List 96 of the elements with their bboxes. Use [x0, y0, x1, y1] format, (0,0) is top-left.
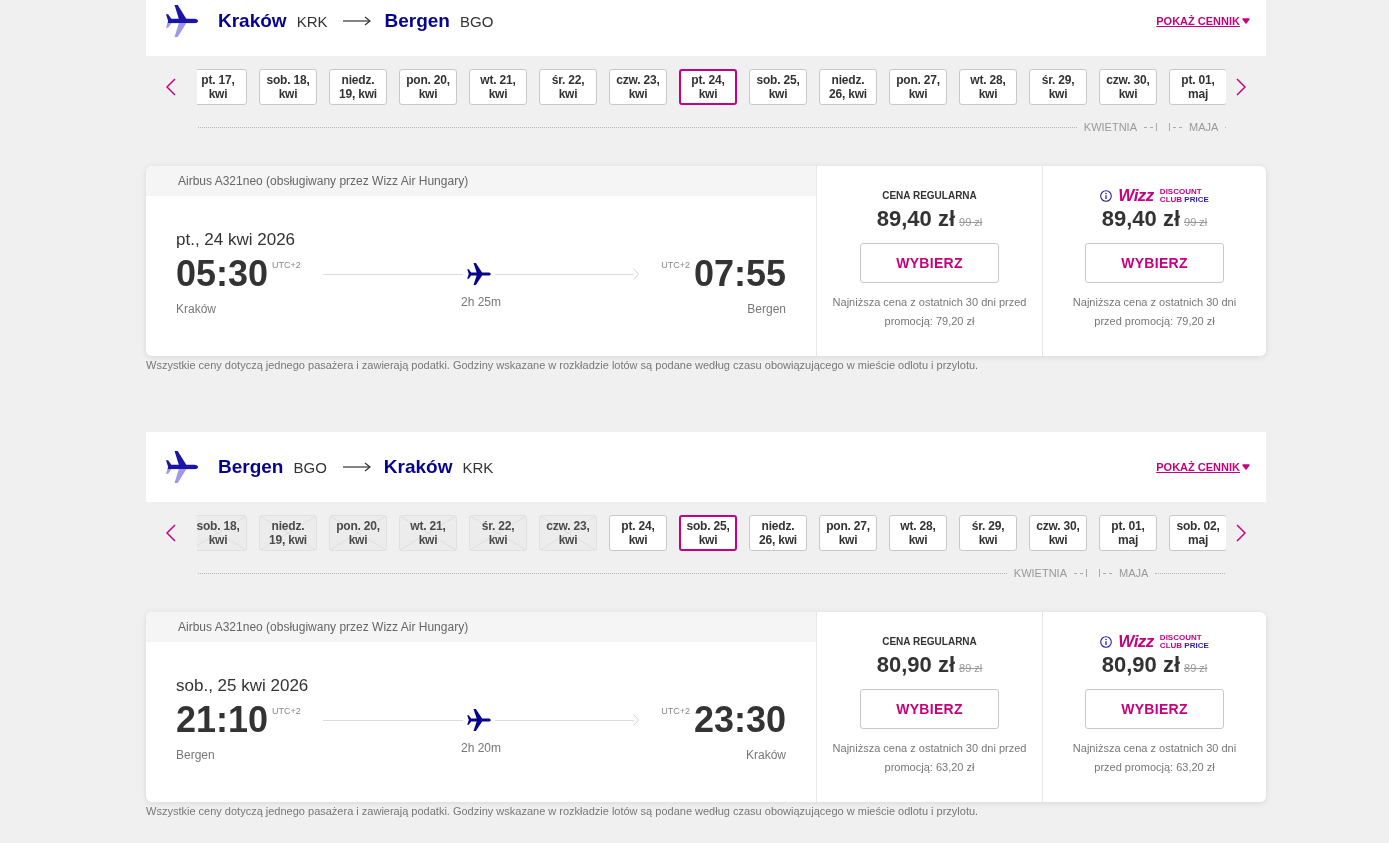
aircraft-label: Airbus A321neo (obsługiwany przez Wizz Air Hungary) [146, 612, 816, 642]
airplane-icon [166, 451, 198, 483]
select-button[interactable]: WYBIERZ [860, 243, 999, 283]
select-button[interactable]: WYBIERZ [1085, 243, 1224, 283]
origin-city: Kraków [218, 10, 287, 32]
date-button[interactable]: pon. 27, kwi [889, 69, 947, 105]
logo-wordmark: Wizz [1118, 634, 1154, 650]
departure-time: 21:10 [176, 700, 269, 740]
date-button[interactable]: pt. 24, kwi [609, 515, 667, 551]
fare-price: 89,40 zł [1101, 206, 1180, 232]
destination-city: Kraków [383, 456, 453, 478]
caret-icon [1242, 18, 1250, 24]
origin-code: KRK [296, 12, 328, 30]
price-list-link[interactable]: POKAŻ CENNIK [1156, 15, 1250, 27]
info-icon[interactable] [1100, 636, 1113, 648]
old-price: 99 zł [1184, 216, 1208, 228]
date-button[interactable]: niedz. 26, kwi [749, 515, 807, 551]
logo-wordmark: Wizz [1118, 188, 1154, 204]
fare-price: 80,90 zł [876, 652, 955, 678]
arrow-icon [343, 16, 372, 26]
price-disclaimer: Wszystkie ceny dotyczą jednego pasażera i zawierają podatki. Godziny wskazane w rozkładzie lotów są podane według czasu obowiązującego w mieście odlotu i przylotu. [146, 358, 980, 372]
origin-code: BGO [293, 458, 327, 476]
chevron-right-icon[interactable] [1236, 78, 1246, 96]
date-button[interactable]: śr. 22, kwi [539, 69, 597, 105]
date-button[interactable]: śr. 29, kwi [959, 515, 1017, 551]
date-button[interactable]: sob. 02, maj [1169, 515, 1226, 551]
chevron-left-icon[interactable] [166, 78, 176, 96]
date-button[interactable]: czw. 30, kwi [1099, 69, 1157, 105]
lowest-price-note: Najniższa cena z ostatnich 30 dni przed promocją: 79,20 zł [1071, 295, 1238, 329]
fare-title: CENA REGULARNA [882, 636, 977, 648]
origin-city: Bergen [218, 456, 284, 478]
flight-date: sob., 25 kwi 2026 [176, 676, 310, 696]
flight-date: pt., 24 kwi 2026 [176, 230, 297, 250]
departure-time: 05:30 [176, 254, 269, 294]
month-label: MAJA [1119, 567, 1149, 579]
arrival-time: 07:55 [693, 254, 786, 294]
date-button[interactable]: niedz. 26, kwi [819, 69, 877, 105]
destination-city: Bergen [384, 10, 450, 32]
flight-duration: 2h 20m [460, 740, 502, 757]
lowest-price-note: Najniższa cena z ostatnich 30 dni przed promocją: 63,20 zł [1071, 741, 1238, 775]
caret-icon [1242, 464, 1250, 470]
arrival-time: 23:30 [693, 700, 786, 740]
date-button[interactable]: wt. 28, kwi [959, 69, 1017, 105]
fare-price: 80,90 zł [1101, 652, 1180, 678]
date-button[interactable]: sob. 25, kwi [749, 69, 807, 105]
chevron-right-icon [633, 268, 640, 280]
select-button[interactable]: WYBIERZ [860, 689, 999, 729]
lowest-price-note: Najniższa cena z ostatnich 30 dni przed promocją: 63,20 zł [831, 741, 1028, 775]
old-price: 89 zł [959, 662, 983, 674]
date-button[interactable]: wt. 28, kwi [889, 515, 947, 551]
date-button[interactable]: czw. 23, kwi [609, 69, 667, 105]
old-price: 99 zł [959, 216, 983, 228]
utc-offset: UTC+2 [272, 260, 301, 270]
month-label: KWIETNIA [1083, 121, 1137, 133]
date-button[interactable]: czw. 30, kwi [1029, 515, 1087, 551]
date-button[interactable]: wt. 21, kwi [469, 69, 527, 105]
date-button[interactable]: niedz. 19, kwi [329, 69, 387, 105]
lowest-price-note: Najniższa cena z ostatnich 30 dni przed promocją: 79,20 zł [831, 295, 1028, 329]
destination-code: BGO [459, 12, 494, 30]
departure-city: Kraków [176, 301, 217, 317]
month-label: MAJA [1189, 121, 1219, 133]
date-button[interactable]: pt. 01, maj [1169, 69, 1226, 105]
date-button[interactable]: pt. 17, kwi [197, 69, 247, 105]
select-button[interactable]: WYBIERZ [1085, 689, 1224, 729]
date-button[interactable]: sob. 25, kwi [679, 515, 737, 551]
utc-offset: UTC+2 [661, 706, 690, 716]
date-button[interactable]: śr. 29, kwi [1029, 69, 1087, 105]
chevron-left-icon[interactable] [166, 524, 176, 542]
club-price-label: DISCOUNT CLUB PRICE [1159, 634, 1209, 650]
date-button[interactable]: pon. 27, kwi [819, 515, 877, 551]
fare-price: 89,40 zł [876, 206, 955, 232]
chevron-right-icon [633, 714, 640, 726]
price-disclaimer: Wszystkie ceny dotyczą jednego pasażera i zawierają podatki. Godziny wskazane w rozkładzie lotów są podane według czasu obowiązującego w mieście odlotu i przylotu. [146, 804, 980, 818]
airplane-icon [466, 263, 491, 285]
airplane-icon [166, 5, 198, 37]
date-button[interactable]: sob. 18, kwi [259, 69, 317, 105]
aircraft-label: Airbus A321neo (obsługiwany przez Wizz Air Hungary) [146, 166, 816, 196]
utc-offset: UTC+2 [661, 260, 690, 270]
utc-offset: UTC+2 [272, 706, 301, 716]
old-price: 89 zł [1184, 662, 1208, 674]
airplane-icon [466, 709, 491, 731]
arrival-city: Kraków [745, 747, 786, 763]
arrival-city: Bergen [746, 301, 786, 317]
date-button[interactable]: pt. 01, maj [1099, 515, 1157, 551]
flight-duration: 2h 25m [460, 294, 502, 311]
destination-code: KRK [462, 458, 494, 476]
arrow-icon [342, 462, 371, 472]
info-icon[interactable] [1100, 190, 1113, 202]
club-price-label: DISCOUNT CLUB PRICE [1159, 188, 1209, 204]
price-list-link[interactable]: POKAŻ CENNIK [1156, 461, 1250, 473]
fare-title: CENA REGULARNA [882, 190, 977, 202]
chevron-right-icon[interactable] [1236, 524, 1246, 542]
departure-city: Bergen [176, 747, 216, 763]
date-button[interactable]: pt. 24, kwi [679, 69, 737, 105]
month-label: KWIETNIA [1013, 567, 1067, 579]
date-button[interactable]: pon. 20, kwi [399, 69, 457, 105]
